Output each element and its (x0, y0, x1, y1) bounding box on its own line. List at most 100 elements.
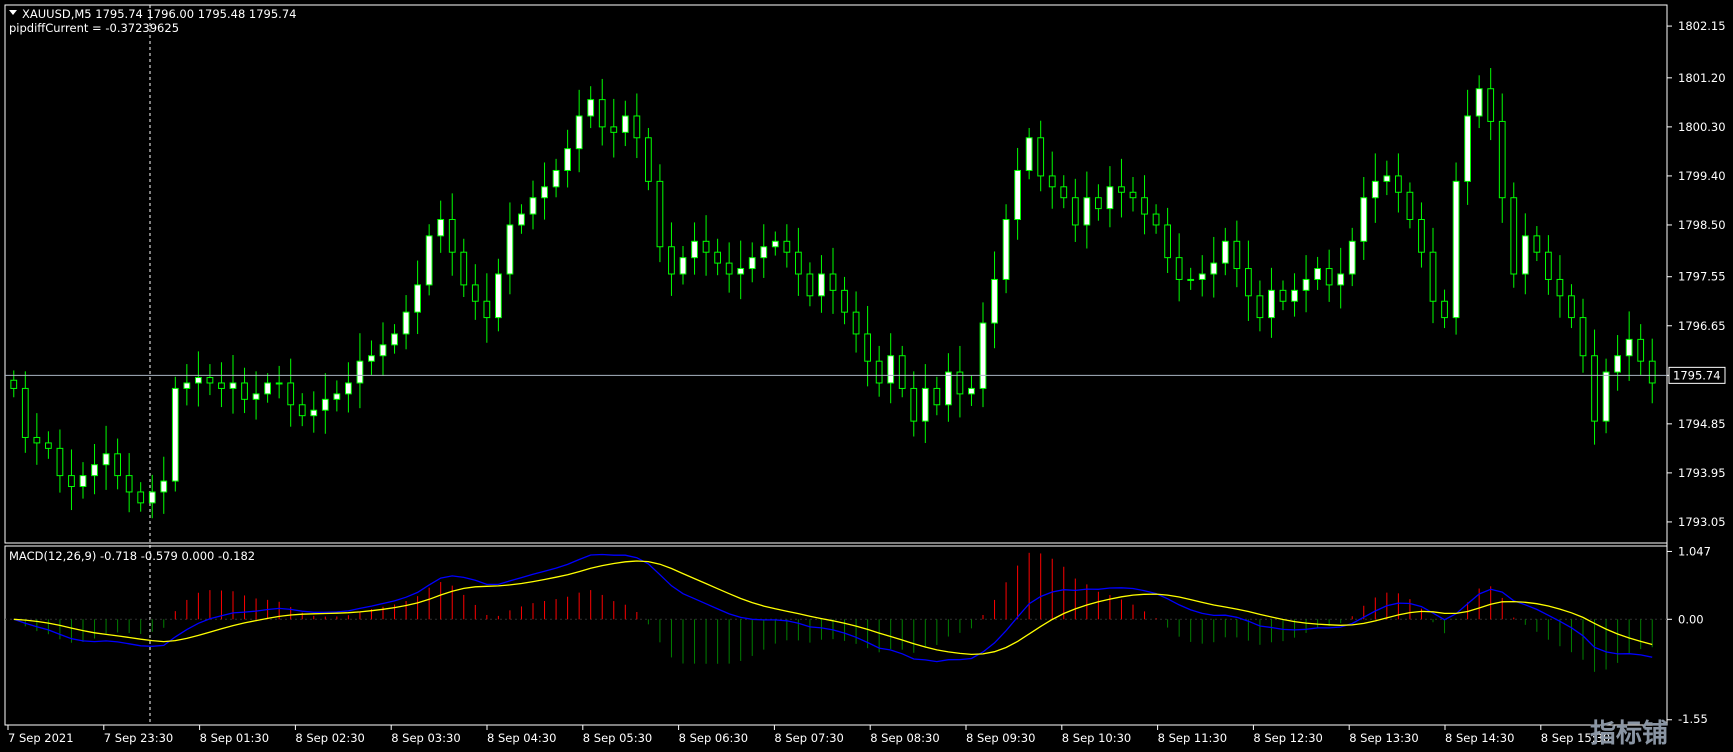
candle-body (1037, 137, 1045, 177)
candle-body (1625, 338, 1633, 357)
candle-body (1614, 355, 1621, 373)
symbol-header: XAUUSD,M5 1795.74 1796.00 1795.48 1795.7… (22, 7, 296, 21)
candle-body (437, 219, 445, 237)
price-tick-label: 1793.95 (1678, 466, 1726, 480)
candle-body (1371, 180, 1379, 199)
candle-body (1498, 120, 1506, 199)
candle-body (633, 115, 641, 139)
candle-body (552, 169, 560, 188)
candle-body (1602, 371, 1610, 422)
macd-label: MACD(12,26,9) -0.718 -0.579 0.000 -0.182 (9, 549, 255, 563)
candle-body (1556, 278, 1564, 297)
candle-body (310, 409, 318, 417)
candle-body (137, 491, 145, 504)
candle-body (1648, 360, 1656, 384)
candle-body (1521, 235, 1529, 275)
candle-body (864, 333, 872, 362)
candle-body (806, 273, 814, 297)
candle-body (679, 257, 687, 275)
candle-body (114, 453, 121, 477)
candle-body (1210, 262, 1218, 275)
candle-body (1487, 88, 1495, 122)
candle-body (45, 442, 52, 449)
candle-body (1095, 197, 1102, 210)
candle-body (1187, 278, 1195, 281)
candle-body (795, 251, 802, 275)
candle-body (1579, 317, 1587, 357)
price-tick-label: 1800.30 (1678, 120, 1726, 134)
candle-body (691, 240, 698, 259)
time-tick-label: 8 Sep 07:30 (774, 731, 843, 745)
candle-body (979, 322, 987, 389)
candle-body (1268, 289, 1275, 319)
candle-body (1441, 300, 1448, 319)
candle-body (1233, 240, 1241, 270)
candle-body (587, 99, 595, 117)
candle-body (56, 447, 64, 477)
time-tick-label: 8 Sep 11:30 (1158, 731, 1227, 745)
chart-background (0, 0, 1733, 752)
candle-body (275, 382, 283, 385)
time-tick-label: 8 Sep 05:30 (583, 731, 652, 745)
chart-canvas[interactable]: 1802.15 1801.20 1800.30 1799.40 1798.50 1797.… (0, 0, 1733, 752)
candle-body (33, 436, 41, 444)
candle-body (91, 464, 98, 477)
candle-body (1314, 268, 1321, 280)
time-tick-label: 8 Sep 06:30 (679, 731, 748, 745)
time-tick-label: 8 Sep 04:30 (487, 731, 556, 745)
candle-body (1060, 186, 1068, 199)
candle-body (725, 262, 733, 275)
candle-body (448, 219, 456, 253)
candle-body (1291, 289, 1298, 302)
candle-body (852, 311, 860, 335)
candle-body (875, 360, 883, 384)
candle-body (1152, 213, 1160, 226)
candle-body (125, 475, 133, 493)
price-tick-label: 1793.05 (1678, 515, 1726, 529)
time-tick-label: 7 Sep 23:30 (104, 731, 173, 745)
candle-body (541, 186, 548, 199)
candle-body (1475, 88, 1483, 117)
candle-body (1256, 295, 1264, 319)
candle-body (898, 355, 906, 389)
candle-body (21, 387, 29, 438)
candle-body (760, 246, 768, 259)
candle-body (483, 300, 491, 319)
candle-body (356, 360, 364, 384)
candle-body (1071, 197, 1079, 226)
candle-body (1164, 224, 1171, 259)
candle-body (402, 311, 410, 335)
candle-body (656, 180, 664, 248)
candle-body (910, 387, 918, 422)
candle-body (1002, 219, 1010, 280)
candle-body (171, 387, 179, 482)
candle-body (471, 284, 479, 302)
candle-body (887, 355, 895, 384)
candle-body (391, 333, 398, 346)
price-tick-label: 1797.55 (1678, 270, 1726, 284)
candle-body (1141, 197, 1148, 215)
candle-body (1545, 251, 1552, 280)
candle-body (1048, 175, 1056, 188)
candle-body (1591, 355, 1598, 422)
candle-body (1175, 257, 1183, 280)
candle-body (287, 382, 295, 406)
candle-body (264, 382, 272, 395)
candle-body (252, 393, 260, 400)
candle-body (206, 377, 214, 384)
candle-body (968, 387, 975, 395)
time-tick-label: 8 Sep 10:30 (1062, 731, 1131, 745)
time-tick-label: 8 Sep 12:30 (1253, 731, 1322, 745)
time-tick-label: 8 Sep 02:30 (295, 731, 364, 745)
candle-body (598, 99, 606, 128)
candle-body (933, 387, 941, 406)
candle-body (1464, 115, 1471, 182)
candle-body (748, 257, 756, 270)
candle-body (148, 491, 156, 504)
candle-body (379, 344, 387, 357)
price-tick-label: 1798.50 (1678, 218, 1726, 232)
price-tick-label: 1802.15 (1678, 19, 1726, 33)
candle-body (160, 480, 168, 493)
time-tick-label: 8 Sep 03:30 (391, 731, 460, 745)
candle-body (1245, 268, 1252, 297)
